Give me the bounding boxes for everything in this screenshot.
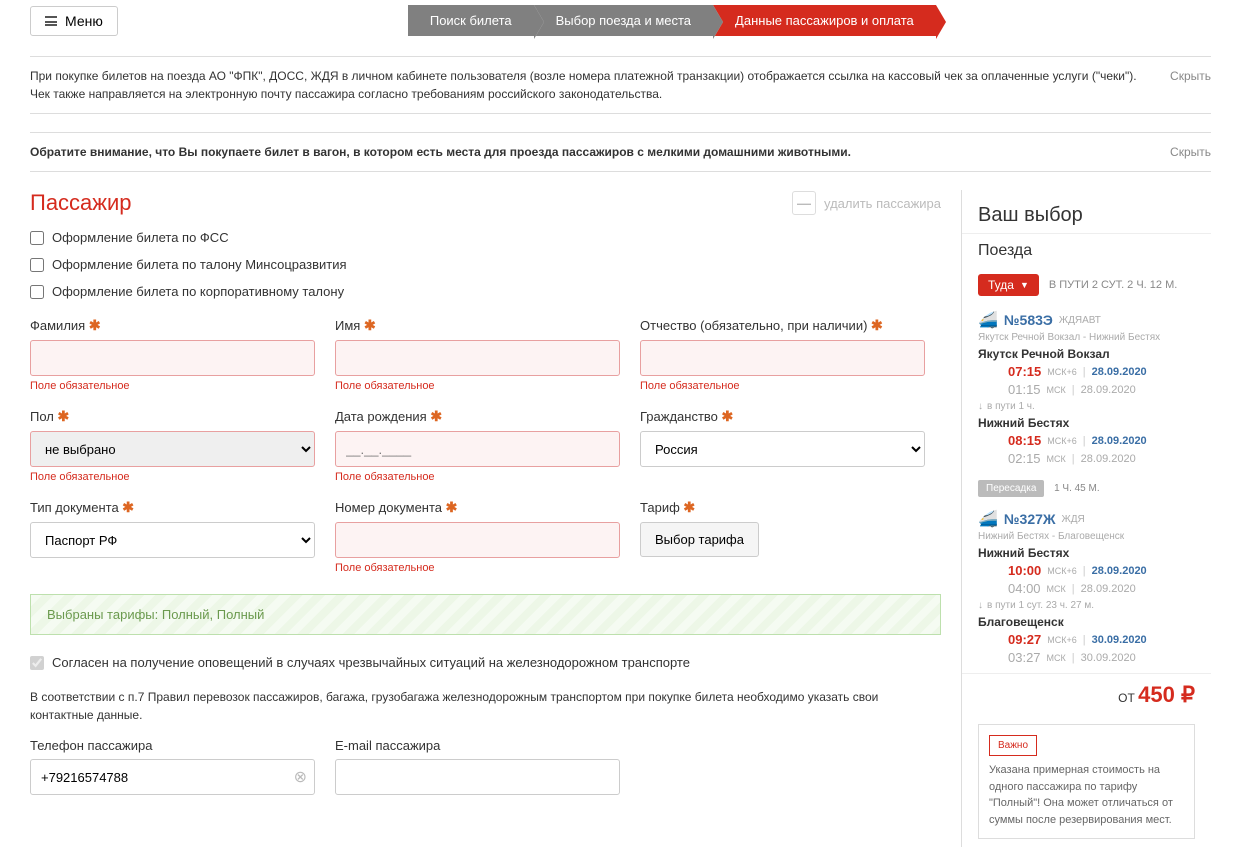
train-number[interactable]: №327Ж (1004, 511, 1056, 527)
delete-passenger-button: — удалить пассажира (792, 191, 941, 215)
price: ОТ 450 ₽ (962, 673, 1211, 716)
important-box: Важно Указана примерная стоимость на одн… (978, 724, 1195, 839)
docnum-input[interactable] (335, 522, 620, 558)
minus-icon: — (792, 191, 816, 215)
notice-text: При покупке билетов на поезда АО "ФПК", … (30, 67, 1150, 103)
clear-phone-icon[interactable]: ⊗ (294, 767, 307, 787)
hide-link[interactable]: Скрыть (1170, 67, 1211, 85)
arrival-station: Нижний Бестях (978, 416, 1195, 430)
menu-button[interactable]: Меню (30, 6, 118, 36)
gender-select[interactable]: не выбрано (30, 431, 315, 467)
passenger-title: Пассажир (30, 190, 132, 216)
delete-passenger-label: удалить пассажира (824, 196, 941, 211)
train-2: 🚄 №327Ж ЖДЯ Нижний Бестях - Благовещенск… (962, 501, 1211, 673)
middlename-label: Отчество (обязательно, при наличии) ✱ (640, 317, 925, 334)
email-label: E-mail пассажира (335, 738, 620, 753)
sidebar-trains-title: Поезда (962, 233, 1211, 268)
important-text: Указана примерная стоимость на одного па… (989, 762, 1184, 828)
docnum-error: Поле обязательное (335, 562, 620, 574)
menu-icon (45, 16, 57, 26)
direction-badge[interactable]: Туда▼ (978, 274, 1039, 296)
consent-label: Согласен на получение оповещений в случа… (52, 655, 690, 670)
dob-label: Дата рождения ✱ (335, 408, 620, 425)
firstname-label: Имя ✱ (335, 317, 620, 334)
train-icon: 🚄 (978, 310, 998, 330)
firstname-error: Поле обязательное (335, 380, 620, 392)
crumb-select[interactable]: Выбор поезда и места (534, 5, 713, 36)
train-route: Нижний Бестях - Благовещенск (978, 531, 1195, 542)
menu-label: Меню (65, 13, 103, 29)
train-1: 🚄 №583Э ЖДЯАВТ Якутск Речной Вокзал - Ни… (962, 302, 1211, 474)
checkbox-fss-input[interactable] (30, 231, 44, 245)
checkbox-fss-label: Оформление билета по ФСС (52, 230, 229, 245)
dob-input[interactable] (335, 431, 620, 467)
checkbox-fss[interactable]: Оформление билета по ФСС (30, 230, 941, 245)
breadcrumb: Поиск билета Выбор поезда и места Данные… (408, 5, 936, 36)
middlename-input[interactable] (640, 340, 925, 376)
train-icon: 🚄 (978, 509, 998, 529)
checkbox-corp-input[interactable] (30, 285, 44, 299)
contact-info-text: В соответствии с п.7 Правил перевозок па… (30, 688, 941, 724)
phone-label: Телефон пассажира (30, 738, 315, 753)
consent-input (30, 656, 44, 670)
transfer-badge: Пересадка (978, 480, 1044, 497)
departure-station: Нижний Бестях (978, 546, 1195, 560)
train-route: Якутск Речной Вокзал - Нижний Бестях (978, 332, 1195, 343)
doctype-select[interactable]: Паспорт РФ (30, 522, 315, 558)
crumb-passenger: Данные пассажиров и оплата (713, 5, 936, 36)
train-company: ЖДЯАВТ (1059, 315, 1101, 326)
checkbox-minsoc-input[interactable] (30, 258, 44, 272)
tariff-selected-box: Выбраны тарифы: Полный, Полный (30, 594, 941, 635)
gender-label: Пол ✱ (30, 408, 315, 425)
citizenship-label: Гражданство ✱ (640, 408, 925, 425)
consent-checkbox[interactable]: Согласен на получение оповещений в случа… (30, 655, 941, 670)
lastname-label: Фамилия ✱ (30, 317, 315, 334)
sidebar-title: Ваш выбор (962, 190, 1211, 233)
tariff-button[interactable]: Выбор тарифа (640, 522, 759, 557)
dob-error: Поле обязательное (335, 471, 620, 483)
chevron-down-icon: ▼ (1020, 280, 1029, 290)
travel-time: В ПУТИ 2 СУТ. 2 Ч. 12 М. (1049, 279, 1177, 291)
gender-error: Поле обязательное (30, 471, 315, 483)
checkbox-minsoc[interactable]: Оформление билета по талону Минсоцразвит… (30, 257, 941, 272)
tariff-label: Тариф ✱ (640, 499, 925, 516)
train-company: ЖДЯ (1062, 514, 1085, 525)
email-input[interactable] (335, 759, 620, 795)
docnum-label: Номер документа ✱ (335, 499, 620, 516)
sidebar: Ваш выбор Поезда Туда▼ В ПУТИ 2 СУТ. 2 Ч… (961, 190, 1211, 847)
departure-station: Якутск Речной Вокзал (978, 347, 1195, 361)
firstname-input[interactable] (335, 340, 620, 376)
notice-receipt: При покупке билетов на поезда АО "ФПК", … (30, 56, 1211, 114)
citizenship-select[interactable]: Россия (640, 431, 925, 467)
notice-pets: Обратите внимание, что Вы покупаете биле… (30, 132, 1211, 172)
checkbox-corp[interactable]: Оформление билета по корпоративному тало… (30, 284, 941, 299)
notice-text: Обратите внимание, что Вы покупаете биле… (30, 143, 1150, 161)
doctype-label: Тип документа ✱ (30, 499, 315, 516)
crumb-search[interactable]: Поиск билета (408, 5, 534, 36)
arrow-down-icon: ↓ (978, 401, 983, 412)
phone-input[interactable] (30, 759, 315, 795)
arrival-station: Благовещенск (978, 615, 1195, 629)
train-number[interactable]: №583Э (1004, 312, 1053, 328)
lastname-error: Поле обязательное (30, 380, 315, 392)
transfer-time: 1 Ч. 45 М. (1054, 483, 1100, 494)
checkbox-corp-label: Оформление билета по корпоративному тало… (52, 284, 344, 299)
middlename-error: Поле обязательное (640, 380, 925, 392)
checkbox-minsoc-label: Оформление билета по талону Минсоцразвит… (52, 257, 347, 272)
hide-link[interactable]: Скрыть (1170, 143, 1211, 161)
arrow-down-icon: ↓ (978, 600, 983, 611)
important-label: Важно (989, 735, 1037, 756)
lastname-input[interactable] (30, 340, 315, 376)
